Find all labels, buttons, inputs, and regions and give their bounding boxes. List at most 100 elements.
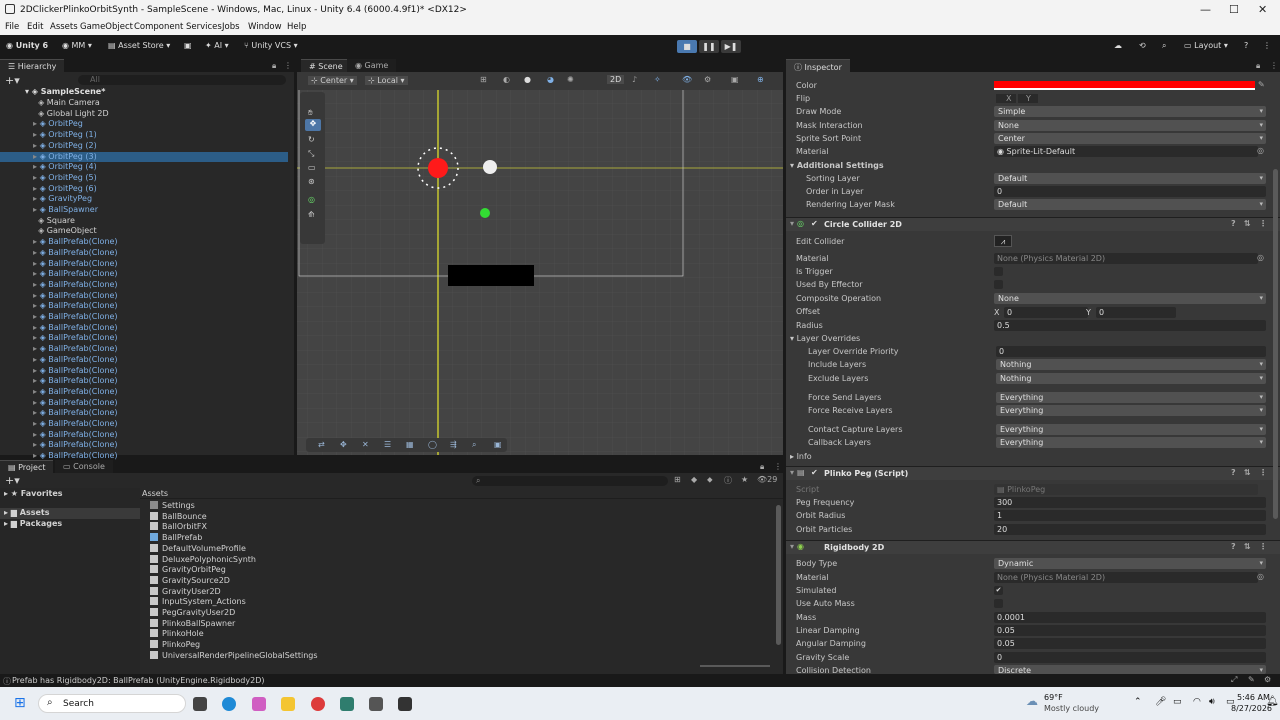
hierarchy-item[interactable]: ▸ ◈ BallPrefab(Clone) xyxy=(0,398,288,409)
layer-overrides-foldout[interactable]: ▾ Layer Overrides xyxy=(790,332,860,345)
debug-icon[interactable]: ✎ xyxy=(1248,675,1255,684)
asset-item[interactable]: InputSystem_Actions xyxy=(150,597,246,608)
fx-icon[interactable]: ✧ xyxy=(654,75,661,84)
account-button[interactable]: ◉ Unity 6 xyxy=(6,41,48,50)
favorites-folder[interactable]: ▸ ★ Favorites xyxy=(4,489,63,500)
asset-item[interactable]: PlinkoBallSpawner xyxy=(150,618,235,630)
pivot-dropdown[interactable]: ⊹ Center ▾ xyxy=(308,76,357,85)
progress-icon[interactable]: ⤢ xyxy=(1231,675,1237,685)
asset-item[interactable]: Settings xyxy=(150,501,195,512)
hierarchy-item[interactable]: ◈ Square xyxy=(0,216,288,227)
tab-hierarchy[interactable]: ☰ Hierarchy xyxy=(0,59,65,72)
menu-gameobject[interactable]: GameObject xyxy=(80,22,133,32)
more-icon[interactable]: ⋮ xyxy=(284,61,292,70)
asset-item[interactable]: GravityUser2D xyxy=(150,586,221,598)
hierarchy-item[interactable]: ◈ Main Camera xyxy=(0,98,288,109)
hierarchy-item[interactable]: ▸ ◈ BallSpawner xyxy=(0,205,288,216)
radius-field[interactable]: 0.5 xyxy=(994,320,1266,331)
transform-tool-icon[interactable]: ⊛ xyxy=(308,177,315,186)
hierarchy-item[interactable]: ▸ ◈ BallPrefab(Clone) xyxy=(0,237,288,248)
use-auto-mass-checkbox[interactable] xyxy=(994,599,1003,608)
material-field[interactable]: ◉ Sprite-Lit-Default xyxy=(994,146,1258,157)
asset-item[interactable]: GravitySource2D xyxy=(150,575,230,587)
copilot-icon[interactable] xyxy=(252,697,266,711)
status-message[interactable]: Prefab has Rigidbody2D: BallPrefab (Unit… xyxy=(12,676,265,685)
edge-icon[interactable] xyxy=(222,697,236,711)
component-menu-icon[interactable]: ⋮ xyxy=(1259,468,1267,477)
object-picker-icon[interactable]: ◎ xyxy=(1257,572,1264,581)
additional-settings[interactable]: ▾ Additional Settings xyxy=(790,159,884,172)
collision-detection-dropdown[interactable]: Discrete xyxy=(994,665,1266,674)
composite-dropdown[interactable]: None xyxy=(994,293,1266,304)
gizmos-icon[interactable]: ⊕ xyxy=(757,75,764,84)
unity-hub-icon[interactable] xyxy=(369,697,383,711)
overlay-tool-7-icon[interactable]: ⇶ xyxy=(450,440,457,449)
hierarchy-item[interactable]: ◈ Global Light 2D xyxy=(0,109,288,120)
help-icon[interactable]: ? xyxy=(1231,219,1236,228)
help-icon[interactable]: ? xyxy=(1244,41,1248,50)
asset-item[interactable]: BallPrefab xyxy=(150,533,202,544)
step-button[interactable]: ▶❚ xyxy=(721,40,741,53)
chrome-icon[interactable] xyxy=(311,697,325,711)
gravity-peg[interactable] xyxy=(480,208,490,218)
volume-icon[interactable]: 🔊︎ xyxy=(1209,697,1215,707)
vcs-dropdown[interactable]: ⑂ Unity VCS ▾ xyxy=(244,41,298,50)
hierarchy-item[interactable]: ▸ ◈ OrbitPeg xyxy=(0,119,288,130)
tag-icon[interactable]: ⬥ xyxy=(707,475,713,485)
offset-y-field[interactable]: 0 xyxy=(1096,307,1176,318)
hierarchy-item[interactable]: ▸ ◈ BallPrefab(Clone) xyxy=(0,301,288,312)
tab-inspector[interactable]: ⓘ Inspector xyxy=(786,59,850,72)
history-icon[interactable]: ⟲ xyxy=(1139,41,1146,50)
menu-edit[interactable]: Edit xyxy=(27,22,43,32)
assets-folder[interactable]: ▸ ▆ Assets xyxy=(0,508,140,519)
menu-component[interactable]: Component xyxy=(134,22,183,32)
edit-collider-button[interactable]: ⩘ xyxy=(994,235,1012,247)
circle-collider-header[interactable]: ▾ ◎ ✔ Circle Collider 2D ? ⇅ ⋮ xyxy=(786,217,1280,231)
notepad-icon[interactable] xyxy=(340,697,354,711)
ai-dropdown[interactable]: ✦ AI ▾ xyxy=(205,41,229,50)
package-icon[interactable]: ▣ xyxy=(184,41,192,50)
taskbar-search[interactable]: ⌕ Search xyxy=(38,694,186,713)
rb-material-field[interactable]: None (Physics Material 2D) xyxy=(994,572,1258,583)
space-dropdown[interactable]: ⊹ Local ▾ xyxy=(365,76,408,85)
temperature[interactable]: 69°F xyxy=(1044,693,1063,702)
sorting-layer-dropdown[interactable]: Default xyxy=(994,173,1266,184)
search-input[interactable]: All xyxy=(78,75,286,85)
hierarchy-item[interactable]: ▸ ◈ OrbitPeg (1) xyxy=(0,130,288,141)
component-menu-icon[interactable]: ⋮ xyxy=(1259,219,1267,228)
linear-damping-field[interactable]: 0.05 xyxy=(994,625,1266,636)
file-explorer-icon[interactable] xyxy=(281,697,295,711)
grid-icon[interactable]: ⊞ xyxy=(480,75,487,84)
help-icon[interactable]: ? xyxy=(1231,542,1236,551)
menu-jobs[interactable]: Jobs xyxy=(222,22,240,32)
asset-store-button[interactable]: ▤ Asset Store ▾ xyxy=(108,41,170,50)
filter-label-icon[interactable]: ◆ xyxy=(691,475,697,484)
color-field[interactable] xyxy=(994,81,1255,90)
overlay-tool-8-icon[interactable]: ⌕ xyxy=(472,440,476,450)
hierarchy-item[interactable]: ▸ ◈ OrbitPeg (5) xyxy=(0,173,288,184)
tray-chevron-icon[interactable]: ⌃ xyxy=(1134,697,1142,707)
packages-folder[interactable]: ▸ ▆ Packages xyxy=(4,519,62,530)
flip-y-toggle[interactable]: Y xyxy=(1018,94,1038,103)
add-icon[interactable]: +▾ xyxy=(5,474,20,487)
hierarchy-item[interactable]: ▸ ◈ BallPrefab(Clone) xyxy=(0,419,288,430)
include-layers-dropdown[interactable]: Nothing xyxy=(996,359,1266,370)
component-menu-icon[interactable]: ⋮ xyxy=(1259,542,1267,551)
scene-view[interactable]: # Scene ◉ Game ⊹ Center ▾ ⊹ Local ▾ ⊞ ◐ … xyxy=(297,59,783,455)
hierarchy-item[interactable]: ▸ ◈ OrbitPeg (6) xyxy=(0,184,288,195)
asset-item[interactable]: DeluxePolyphonicSynth xyxy=(150,554,256,566)
orbit-peg[interactable] xyxy=(428,158,448,178)
body-type-dropdown[interactable]: Dynamic xyxy=(994,558,1266,569)
eyedropper-icon[interactable]: ✎ xyxy=(1258,80,1265,89)
force-send-dropdown[interactable]: Everything xyxy=(996,392,1266,403)
info-icon[interactable]: ⓘ xyxy=(724,475,732,486)
hierarchy-item[interactable]: ▸ ◈ BallPrefab(Clone) xyxy=(0,323,288,334)
exclude-layers-dropdown[interactable]: Nothing xyxy=(996,373,1266,384)
menu-file[interactable]: File xyxy=(5,22,19,32)
asset-item[interactable]: GravityOrbitPeg xyxy=(150,565,226,576)
contact-capture-dropdown[interactable]: Everything xyxy=(996,424,1266,435)
overlay-tool-6-icon[interactable]: ◯ xyxy=(428,440,437,449)
preset-icon[interactable]: ⇅ xyxy=(1244,219,1251,228)
gravity-scale-field[interactable]: 0 xyxy=(994,652,1266,663)
callback-layers-dropdown[interactable]: Everything xyxy=(996,437,1266,448)
